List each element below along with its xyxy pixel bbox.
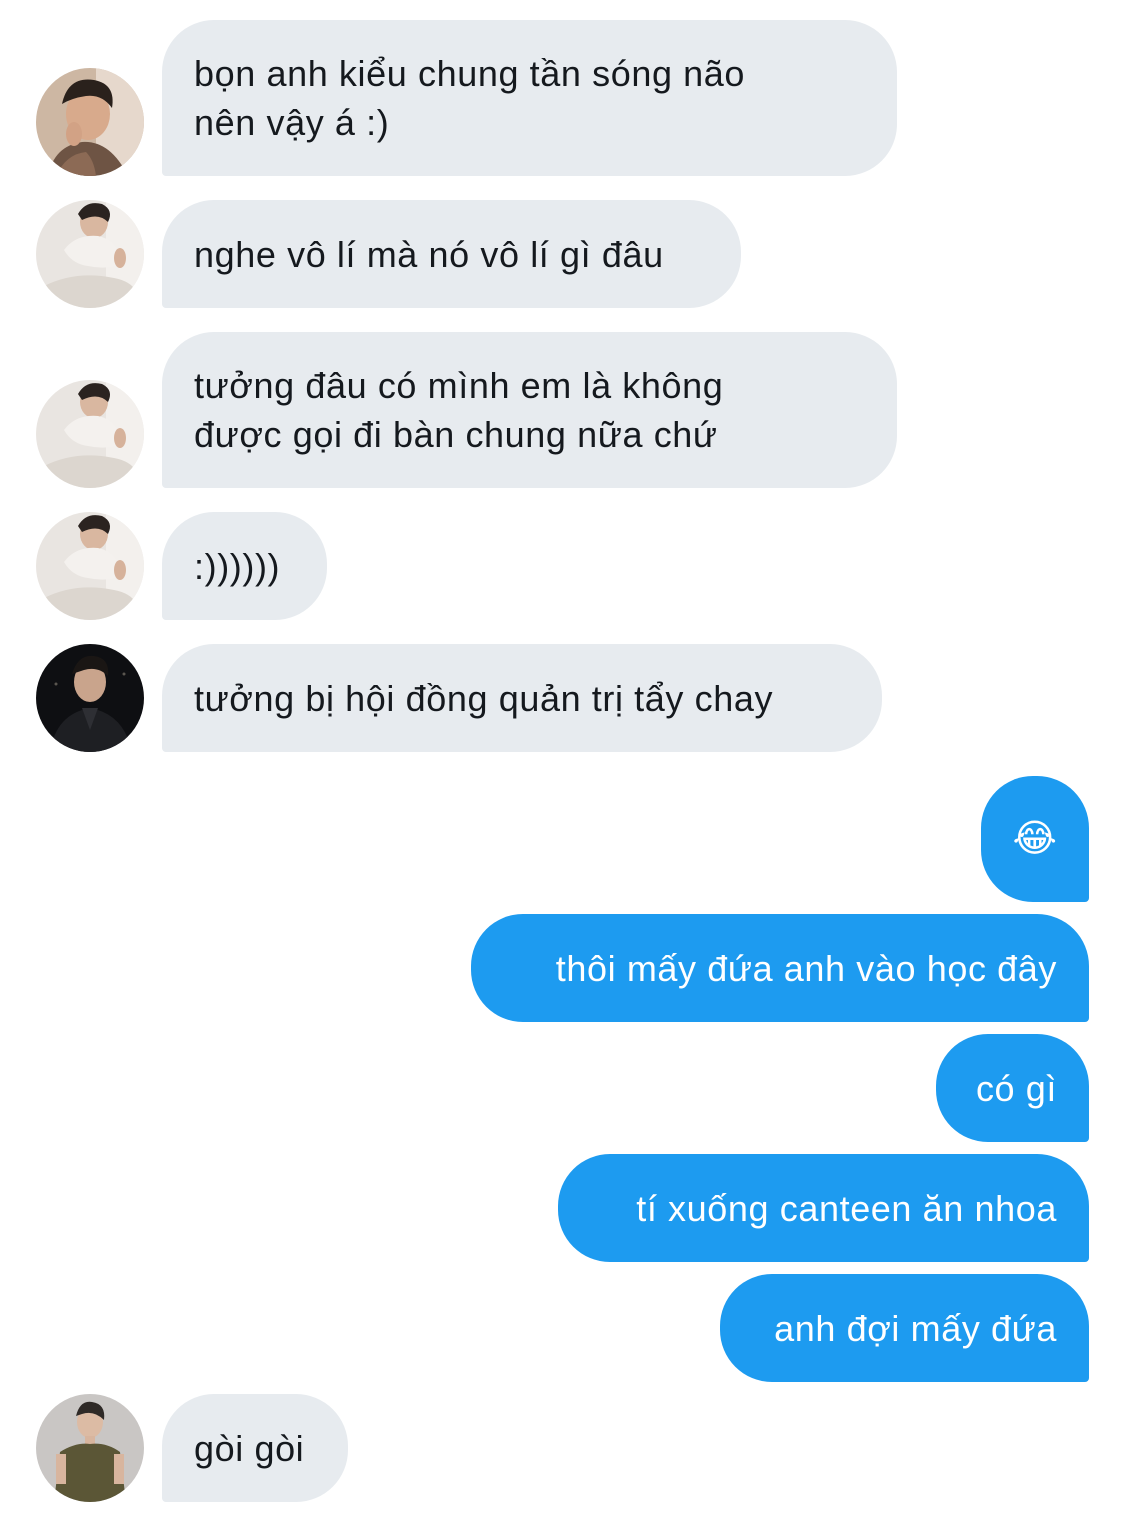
avatar-user-2[interactable] bbox=[36, 380, 144, 488]
received-message-bubble[interactable]: bọn anh kiểu chung tần sóng não nên vậy … bbox=[162, 20, 897, 176]
sent-message-bubble[interactable]: có gì bbox=[936, 1034, 1089, 1142]
message-text: có gì bbox=[975, 1067, 1057, 1109]
message-text: nghe vô lí mà nó vô lí gì đâu bbox=[194, 233, 664, 275]
message-text: bọn anh kiểu chung tần sóng não nên vậy … bbox=[194, 53, 746, 143]
avatar-photo bbox=[36, 68, 144, 176]
message-text: :)))))) bbox=[194, 545, 281, 587]
message-text: tí xuống canteen ăn nhoa bbox=[636, 1187, 1057, 1229]
avatar-user-4[interactable] bbox=[36, 1394, 144, 1502]
avatar-photo bbox=[36, 1394, 144, 1502]
avatar-user-1[interactable] bbox=[36, 68, 144, 176]
received-message-bubble[interactable]: :)))))) bbox=[162, 512, 327, 620]
sent-message-bubble[interactable]: 😂 bbox=[981, 776, 1089, 902]
avatar-user-2[interactable] bbox=[36, 512, 144, 620]
received-message-bubble[interactable]: tưởng bị hội đồng quản trị tẩy chay bbox=[162, 644, 882, 752]
avatar-user-3[interactable] bbox=[36, 644, 144, 752]
avatar-photo bbox=[36, 200, 144, 308]
tears-of-joy-emoji-icon: 😂 bbox=[1012, 818, 1058, 860]
message-text: tưởng đâu có mình em là không được gọi đ… bbox=[194, 365, 724, 455]
avatar-photo bbox=[36, 380, 144, 488]
message-text: anh đợi mấy đứa bbox=[774, 1307, 1057, 1349]
received-message-bubble[interactable]: tưởng đâu có mình em là không được gọi đ… bbox=[162, 332, 897, 488]
sent-message-bubble[interactable]: anh đợi mấy đứa bbox=[720, 1274, 1089, 1382]
received-message-bubble[interactable]: nghe vô lí mà nó vô lí gì đâu bbox=[162, 200, 741, 308]
sent-message-bubble[interactable]: thôi mấy đứa anh vào học đây bbox=[471, 914, 1089, 1022]
avatar-photo bbox=[36, 512, 144, 620]
message-text: tưởng bị hội đồng quản trị tẩy chay bbox=[194, 677, 774, 719]
message-text: thôi mấy đứa anh vào học đây bbox=[555, 947, 1057, 989]
sent-message-bubble[interactable]: tí xuống canteen ăn nhoa bbox=[558, 1154, 1089, 1262]
message-text: gòi gòi bbox=[194, 1427, 305, 1469]
avatar-user-2[interactable] bbox=[36, 200, 144, 308]
avatar-photo bbox=[36, 644, 144, 752]
received-message-bubble[interactable]: gòi gòi bbox=[162, 1394, 348, 1502]
